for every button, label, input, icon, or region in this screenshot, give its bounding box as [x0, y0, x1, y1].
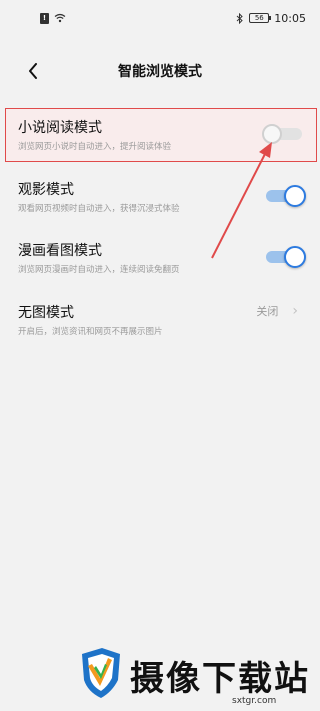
setting-title: 漫画看图模式	[18, 243, 102, 259]
brand-logo-icon	[82, 648, 120, 698]
toggle-knob	[262, 124, 282, 144]
watermark-domain: sxtgr.com	[232, 696, 277, 706]
toggle-knob	[284, 185, 306, 207]
page-title: 智能浏览模式	[118, 64, 202, 80]
sim-alert-icon: !	[40, 12, 49, 24]
setting-title: 观影模式	[18, 182, 74, 198]
status-right: 56 10:05	[236, 12, 306, 25]
toggle-knob	[284, 246, 306, 268]
watermark: 摄像下载站 sxtgr.com	[68, 648, 318, 708]
comic-mode-toggle[interactable]	[266, 246, 306, 268]
setting-title: 小说阅读模式	[18, 120, 102, 136]
status-time: 10:05	[274, 11, 306, 25]
setting-movie-mode[interactable]: 观影模式 观看网页视频时自动进入，获得沉浸式体验	[0, 167, 320, 227]
setting-comic-mode[interactable]: 漫画看图模式 浏览网页漫画时自动进入，连续阅读免翻页	[0, 228, 320, 288]
wifi-icon	[54, 13, 66, 23]
setting-novel-mode[interactable]: 小说阅读模式 浏览网页小说时自动进入，提升阅读体验	[0, 105, 320, 165]
setting-value[interactable]: 关闭 ›	[256, 303, 298, 319]
chevron-right-icon: ›	[292, 303, 298, 319]
setting-desc: 观看网页视频时自动进入，获得沉浸式体验	[18, 204, 180, 214]
setting-desc: 浏览网页漫画时自动进入，连续阅读免翻页	[18, 265, 180, 275]
setting-desc: 浏览网页小说时自动进入，提升阅读体验	[18, 142, 172, 152]
status-left: !	[40, 12, 66, 24]
setting-desc: 开启后，浏览资讯和网页不再展示图片	[18, 327, 163, 337]
setting-title: 无图模式	[18, 305, 74, 321]
watermark-brand: 摄像下载站	[130, 659, 310, 699]
battery-icon: 56	[249, 13, 272, 23]
movie-mode-toggle[interactable]	[266, 185, 306, 207]
novel-mode-toggle[interactable]	[262, 123, 302, 145]
status-bar: ! 56 10:05	[0, 0, 320, 36]
header: 智能浏览模式	[0, 48, 320, 92]
setting-no-image-mode[interactable]: 无图模式 开启后，浏览资讯和网页不再展示图片 关闭 ›	[0, 290, 320, 350]
setting-value-text: 关闭	[256, 305, 279, 318]
bluetooth-icon	[236, 12, 244, 24]
